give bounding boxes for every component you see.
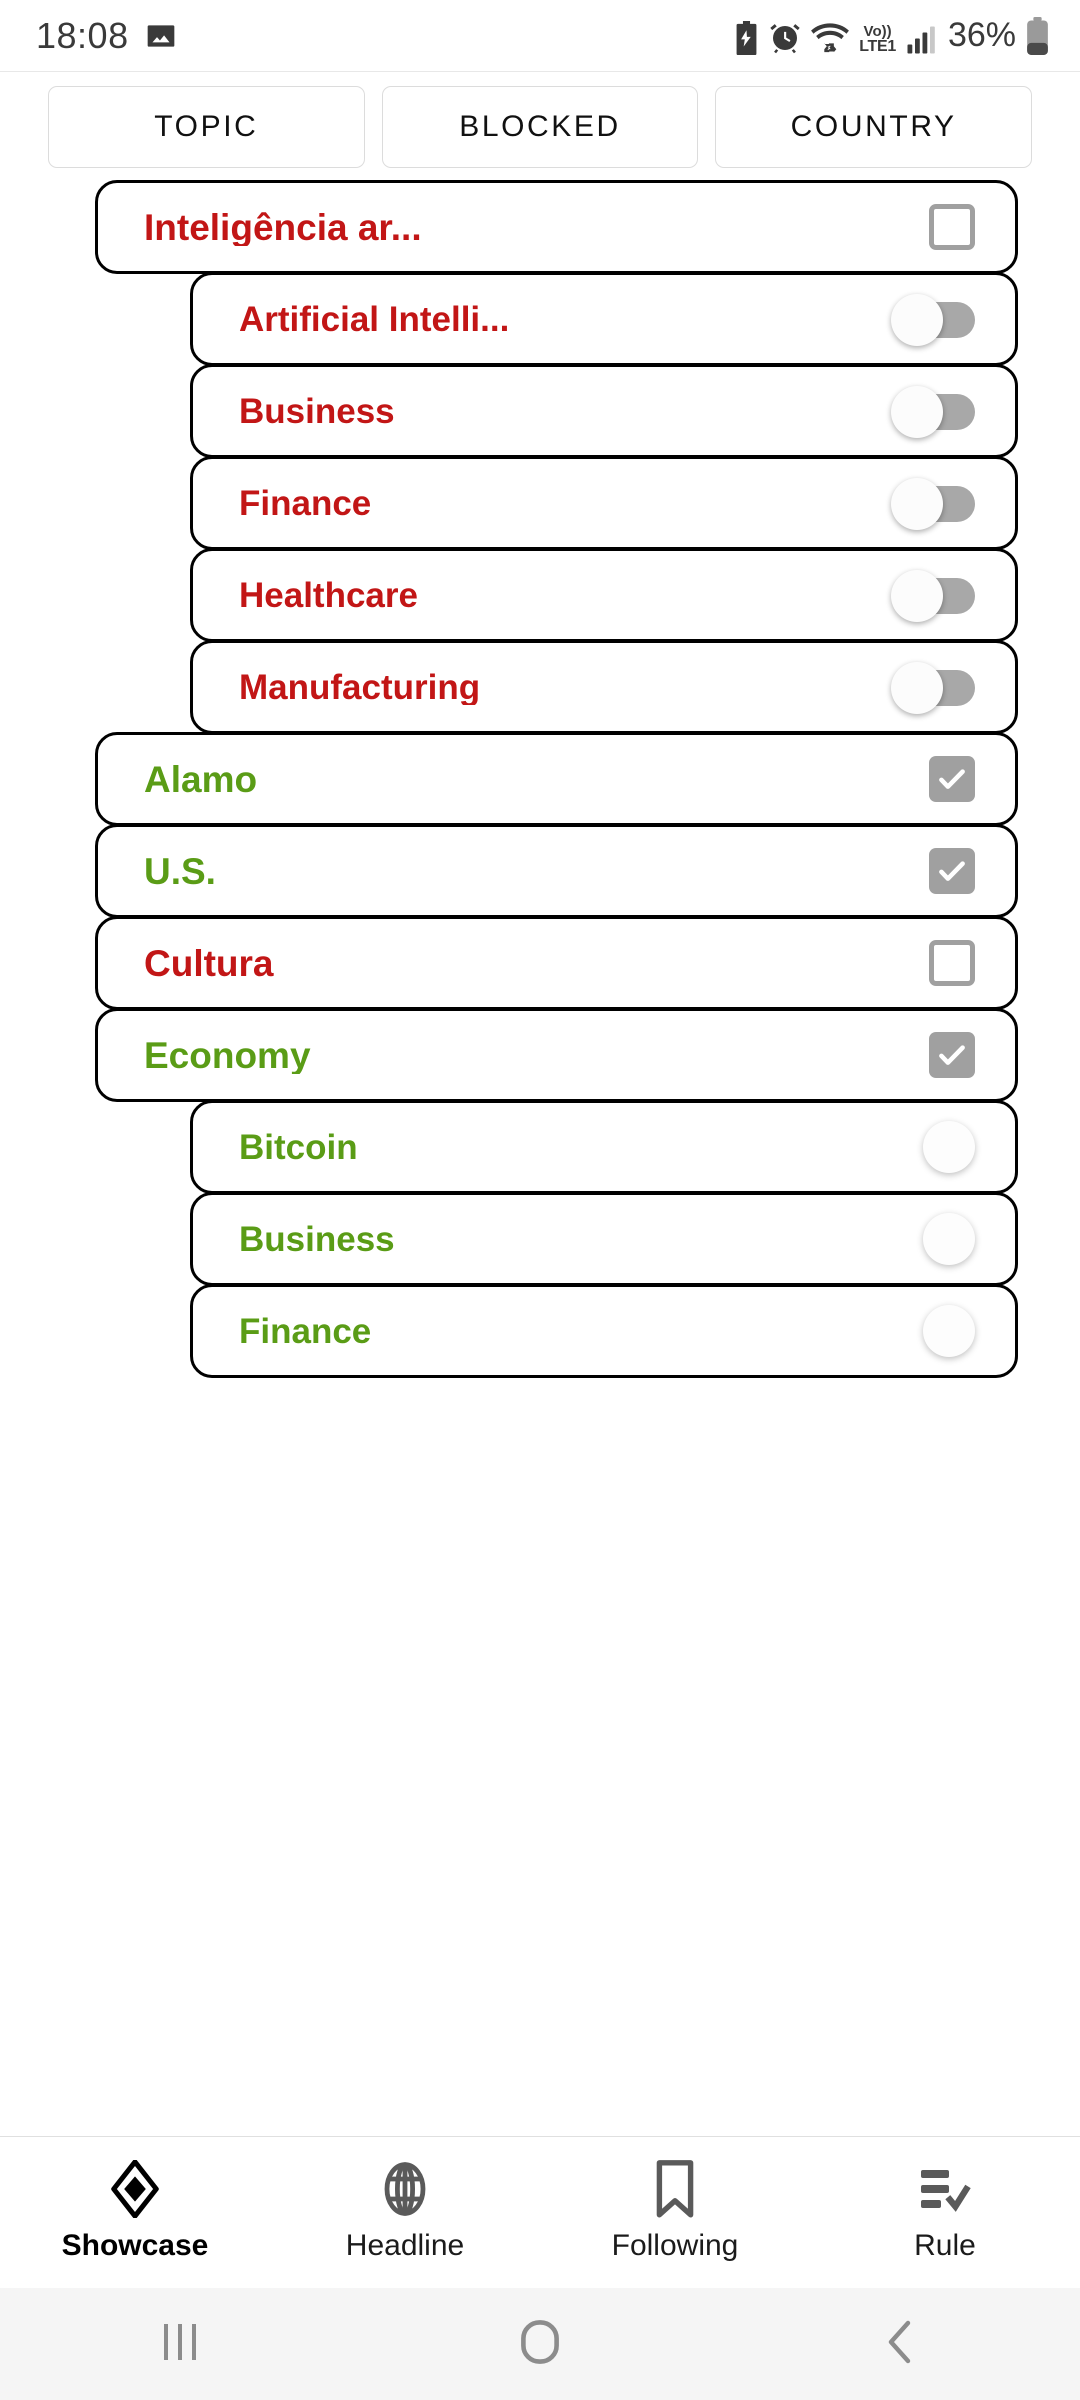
status-time: 18:08 <box>36 14 129 56</box>
topic-row-label: Artificial Intelli... <box>239 301 510 337</box>
nav-item-rule[interactable]: Rule <box>810 2162 1080 2263</box>
topic-row-label: Business <box>239 1221 395 1257</box>
toggle-knob-plain[interactable] <box>923 1213 975 1265</box>
android-system-nav <box>0 2288 1080 2400</box>
topic-row-label: Manufacturing <box>239 669 481 705</box>
topic-row-label: U.S. <box>144 852 216 890</box>
topic-row[interactable]: Cultura <box>95 916 1018 1010</box>
recents-icon <box>162 2318 198 2371</box>
wifi-icon <box>810 21 850 55</box>
nav-item-headline[interactable]: Headline <box>270 2162 540 2263</box>
bottom-navigation-bar: Showcase Headline Following Rule <box>0 2136 1080 2288</box>
topic-list-scroll-area[interactable]: Inteligência ar... Artificial Intelli... B… <box>0 180 1080 2136</box>
diamond-icon <box>109 2160 161 2218</box>
checkbox-unchecked[interactable] <box>929 204 975 250</box>
checkbox-checked[interactable] <box>929 756 975 802</box>
app-root: 18:08 Vo)) LTE1 36% TOPIC BLOCKED COUNTR… <box>0 0 1080 2400</box>
toggle-switch-off[interactable] <box>891 570 975 622</box>
checkbox-unchecked[interactable] <box>929 940 975 986</box>
nav-item-following-label: Following <box>611 2229 739 2262</box>
back-button[interactable] <box>830 2288 970 2400</box>
nav-item-following[interactable]: Following <box>540 2160 810 2263</box>
status-bar: 18:08 Vo)) LTE1 36% <box>0 0 1080 72</box>
topic-row-label: Finance <box>239 485 372 521</box>
bookmark-icon <box>653 2160 697 2218</box>
check-icon <box>939 769 965 789</box>
signal-icon <box>905 25 937 55</box>
topic-row[interactable]: Finance <box>190 456 1018 550</box>
toggle-knob <box>891 386 943 438</box>
check-icon <box>939 861 965 881</box>
topic-row[interactable]: Healthcare <box>190 548 1018 642</box>
nav-item-showcase[interactable]: Showcase <box>0 2160 270 2263</box>
topic-row-label: Healthcare <box>239 577 418 613</box>
nav-item-rule-label: Rule <box>914 2229 976 2262</box>
list-check-icon <box>919 2162 971 2216</box>
topic-row[interactable]: Business <box>190 364 1018 458</box>
image-icon <box>145 20 177 52</box>
volte-icon: Vo)) LTE1 <box>859 24 896 55</box>
tab-blocked-label: BLOCKED <box>459 110 621 143</box>
nav-item-headline-label: Headline <box>345 2229 465 2262</box>
home-button[interactable] <box>470 2288 610 2400</box>
filter-tab-row: TOPIC BLOCKED COUNTRY <box>0 72 1080 180</box>
status-bar-right: Vo)) LTE1 36% <box>733 16 1050 55</box>
topic-row[interactable]: Inteligência ar... <box>95 180 1018 274</box>
topic-row[interactable]: U.S. <box>95 824 1018 918</box>
toggle-knob <box>891 294 943 346</box>
back-icon <box>883 2318 917 2371</box>
topic-row[interactable]: Manufacturing <box>190 640 1018 734</box>
toggle-switch-off[interactable] <box>891 294 975 346</box>
toggle-knob <box>891 478 943 530</box>
toggle-knob <box>891 662 943 714</box>
recents-button[interactable] <box>110 2288 250 2400</box>
tab-topic-label: TOPIC <box>154 110 259 143</box>
tab-topic[interactable]: TOPIC <box>48 86 365 168</box>
topic-row-label: Inteligência ar... <box>144 208 422 246</box>
battery-icon <box>1025 17 1050 55</box>
status-bar-left: 18:08 <box>36 15 177 57</box>
checkbox-checked[interactable] <box>929 1032 975 1078</box>
topic-row[interactable]: Finance <box>190 1284 1018 1378</box>
toggle-switch-off[interactable] <box>891 662 975 714</box>
alarm-icon <box>769 21 801 55</box>
nav-item-showcase-label: Showcase <box>61 2229 209 2262</box>
topic-list: Inteligência ar... Artificial Intelli... B… <box>0 180 1080 1378</box>
toggle-knob <box>891 570 943 622</box>
toggle-knob-plain[interactable] <box>923 1121 975 1173</box>
topic-row-label: Business <box>239 393 395 429</box>
tab-country[interactable]: COUNTRY <box>715 86 1033 168</box>
battery-saver-icon <box>733 21 760 55</box>
topic-row-label: Bitcoin <box>239 1129 358 1165</box>
volte-label-bottom: LTE1 <box>859 38 896 55</box>
topic-row[interactable]: Alamo <box>95 732 1018 826</box>
topic-row-label: Alamo <box>144 760 258 798</box>
globe-icon <box>379 2162 431 2216</box>
topic-row-label: Economy <box>144 1036 311 1074</box>
tab-blocked[interactable]: BLOCKED <box>381 86 699 168</box>
checkbox-checked[interactable] <box>929 848 975 894</box>
topic-row-label: Finance <box>239 1313 372 1349</box>
check-icon <box>939 1045 965 1065</box>
topic-row[interactable]: Economy <box>95 1008 1018 1102</box>
topic-row[interactable]: Artificial Intelli... <box>190 272 1018 366</box>
topic-row-label: Cultura <box>144 944 274 982</box>
tab-country-label: COUNTRY <box>790 110 957 143</box>
toggle-knob-plain[interactable] <box>923 1305 975 1357</box>
topic-row[interactable]: Bitcoin <box>190 1100 1018 1194</box>
battery-percent-label: 36% <box>947 16 1016 54</box>
volte-label-top: Vo)) <box>863 23 892 40</box>
home-icon <box>519 2318 561 2371</box>
topic-row[interactable]: Business <box>190 1192 1018 1286</box>
toggle-switch-off[interactable] <box>891 386 975 438</box>
toggle-switch-off[interactable] <box>891 478 975 530</box>
